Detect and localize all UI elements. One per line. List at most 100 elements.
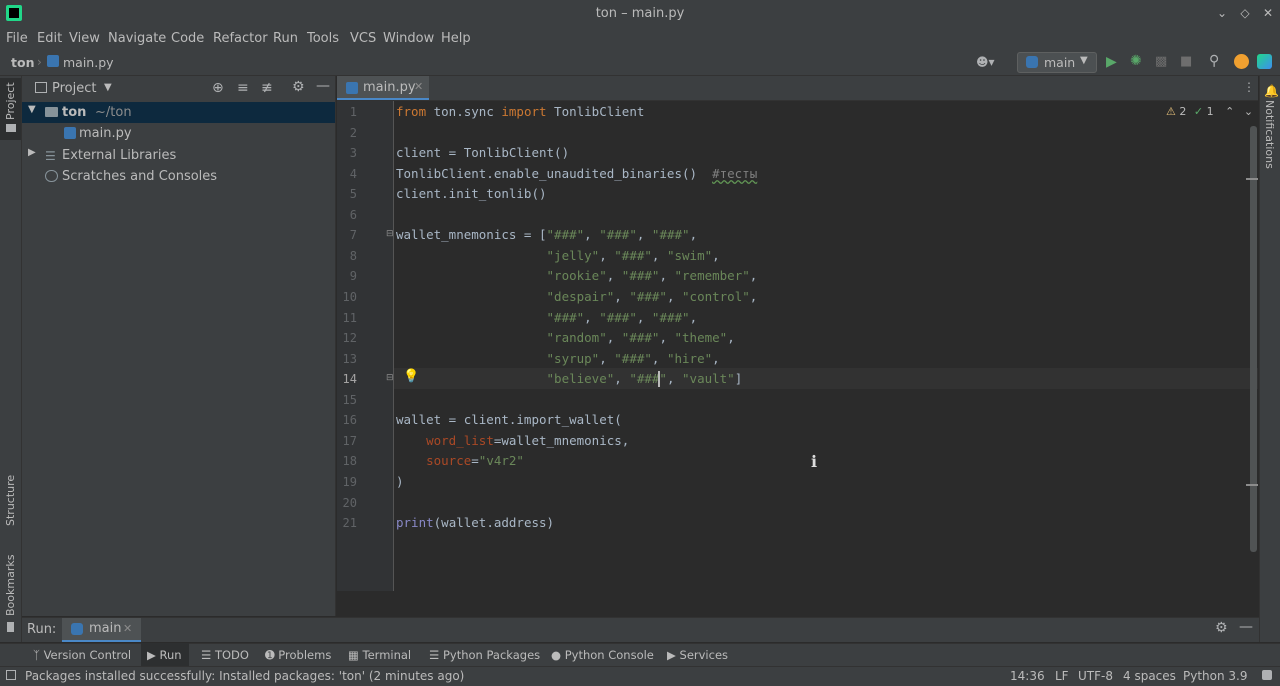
fold-marker-icon[interactable]: ⊟ <box>386 373 394 383</box>
lock-icon[interactable] <box>1262 670 1272 680</box>
status-indent[interactable]: 4 spaces <box>1123 669 1176 683</box>
tree-item-ton[interactable]: ▼ ton ~/ton <box>22 102 335 123</box>
tool-tab-terminal[interactable]: ▦ Terminal <box>348 648 411 662</box>
search-icon[interactable]: ⚲ <box>1209 53 1219 69</box>
debug-icon[interactable]: ✺ <box>1130 53 1142 69</box>
updates-icon[interactable] <box>1234 54 1249 69</box>
notifications-tool-label[interactable]: Notifications <box>1263 100 1276 169</box>
code-line: wallet = client.import_wallet( <box>396 412 622 427</box>
menu-view[interactable]: View <box>69 31 100 46</box>
code-line: word_list=wallet_mnemonics, <box>426 433 630 448</box>
chevron-down-icon[interactable]: ▼ <box>28 104 36 115</box>
code-line: TonlibClient.enable_unaudited_binaries()… <box>396 166 758 181</box>
menu-navigate[interactable]: Navigate <box>108 31 166 46</box>
chevron-up-icon[interactable]: ⌃ <box>1225 105 1234 118</box>
user-icon[interactable]: ☻▾ <box>976 55 995 69</box>
scroll-marker <box>1246 178 1258 180</box>
tool-tab-label: Terminal <box>362 648 412 662</box>
gear-icon[interactable]: ⚙ <box>292 79 305 95</box>
line-number: 3 <box>349 146 357 160</box>
code-line: print(wallet.address) <box>396 515 555 530</box>
tree-item-scratches[interactable]: Scratches and Consoles <box>22 166 335 187</box>
fold-marker-icon[interactable]: ⊟ <box>386 229 394 239</box>
editor-tab-bar <box>337 76 1258 101</box>
menu-tools[interactable]: Tools <box>307 31 339 46</box>
status-interpreter[interactable]: Python 3.9 <box>1183 669 1248 683</box>
inspection-widget[interactable]: ⚠ 2 ✓ 1 ⌃ ⌄ <box>1166 105 1253 118</box>
close-tab-icon[interactable]: ✕ <box>123 622 132 635</box>
tool-tab-problems[interactable]: ➊ Problems <box>265 648 331 662</box>
menu-vcs[interactable]: VCS <box>350 31 376 46</box>
line-number: 15 <box>342 393 357 407</box>
run-tab-label: main <box>89 621 122 636</box>
collapse-all-icon[interactable]: ≢ <box>261 80 273 96</box>
project-tool-label[interactable]: Project <box>4 82 17 120</box>
run-icon[interactable]: ▶ <box>1106 54 1117 70</box>
hide-panel-icon[interactable]: — <box>316 78 330 94</box>
code-line: source="v4r2" <box>426 453 524 468</box>
structure-tool-label[interactable]: Structure <box>4 475 17 526</box>
run-configuration-dropdown[interactable]: main ▼ <box>1017 52 1097 73</box>
run-panel-label: Run: <box>27 622 57 637</box>
tool-tab-version-control[interactable]: ᛉ Version Control <box>33 648 131 662</box>
menu-help[interactable]: Help <box>441 31 471 46</box>
stop-icon[interactable]: ■ <box>1180 54 1192 69</box>
expand-all-icon[interactable]: ≡ <box>237 80 249 96</box>
code-line: "random", "###", "theme", <box>546 330 735 345</box>
menu-file[interactable]: File <box>6 31 28 46</box>
chevron-right-icon[interactable]: ▶ <box>28 147 36 158</box>
line-number: 5 <box>349 187 357 201</box>
menu-refactor[interactable]: Refactor <box>213 31 268 46</box>
notification-bell-icon[interactable]: 🔔 <box>1264 84 1279 98</box>
editor-scrollbar[interactable] <box>1250 126 1257 552</box>
line-number: 7 <box>349 228 357 242</box>
toggle-tool-windows-icon[interactable] <box>6 670 16 680</box>
tab-options-icon[interactable]: ⋮ <box>1243 80 1255 94</box>
close-icon[interactable]: ✕ <box>1260 5 1276 21</box>
tab-label: main.py <box>363 80 416 95</box>
close-tab-icon[interactable]: ✕ <box>414 80 423 93</box>
minimize-icon[interactable]: ⌄ <box>1214 5 1230 21</box>
branch-icon: ᛉ <box>33 648 40 662</box>
tool-tab-services[interactable]: ▶ Services <box>667 648 728 662</box>
bookmarks-tool-label[interactable]: Bookmarks <box>4 555 17 616</box>
project-view-dropdown-icon[interactable]: ▼ <box>104 82 112 93</box>
tab-main-py[interactable]: main.py ✕ <box>337 76 429 100</box>
breadcrumb-file[interactable]: main.py <box>63 55 114 70</box>
status-message[interactable]: Packages installed successfully: Install… <box>25 669 464 683</box>
tree-item-external-libraries[interactable]: ▶ ☰ External Libraries <box>22 145 335 166</box>
menu-run[interactable]: Run <box>273 31 298 46</box>
code-line: "jelly", "###", "swim", <box>546 248 720 263</box>
hide-panel-icon[interactable]: — <box>1239 619 1253 635</box>
tool-tab-todo[interactable]: ☰ TODO <box>201 648 249 662</box>
tool-tab-python-console[interactable]: ● Python Console <box>551 648 654 662</box>
code-line: "rookie", "###", "remember", <box>546 268 758 283</box>
breadcrumb-separator-icon: › <box>37 55 42 69</box>
run-config-label: main <box>1044 55 1076 70</box>
status-caret-position[interactable]: 14:36 <box>1010 669 1045 683</box>
status-encoding[interactable]: UTF-8 <box>1078 669 1113 683</box>
menu-code[interactable]: Code <box>171 31 204 46</box>
tool-tab-python-packages[interactable]: ☰ Python Packages <box>429 648 540 662</box>
warning-count: 2 <box>1179 105 1187 118</box>
coverage-icon[interactable]: ▩ <box>1155 54 1167 69</box>
status-line-separator[interactable]: LF <box>1055 669 1069 683</box>
locate-file-icon[interactable]: ⊕ <box>212 80 224 96</box>
code-line: "###", "###", "###", <box>546 310 698 325</box>
menu-edit[interactable]: Edit <box>37 31 62 46</box>
tree-item-label: ton <box>62 105 87 120</box>
tool-tab-label: Run <box>159 648 182 662</box>
tool-tab-run[interactable]: ▶ Run <box>147 648 182 662</box>
packages-icon: ☰ <box>429 648 440 662</box>
project-panel-title[interactable]: Project <box>52 81 96 96</box>
breadcrumb-project[interactable]: ton <box>11 55 34 70</box>
maximize-icon[interactable]: ◇ <box>1237 5 1253 21</box>
menu-window[interactable]: Window <box>383 31 434 46</box>
chevron-down-icon[interactable]: ⌄ <box>1244 105 1253 118</box>
run-tab-main[interactable]: main ✕ <box>62 618 141 642</box>
tool-tab-label: Version Control <box>43 648 132 662</box>
window-title: ton – main.py <box>595 6 685 21</box>
tree-item-main-py[interactable]: main.py <box>22 123 335 144</box>
gear-icon[interactable]: ⚙ <box>1215 620 1228 636</box>
jetbrains-toolbox-icon[interactable] <box>1257 54 1272 69</box>
